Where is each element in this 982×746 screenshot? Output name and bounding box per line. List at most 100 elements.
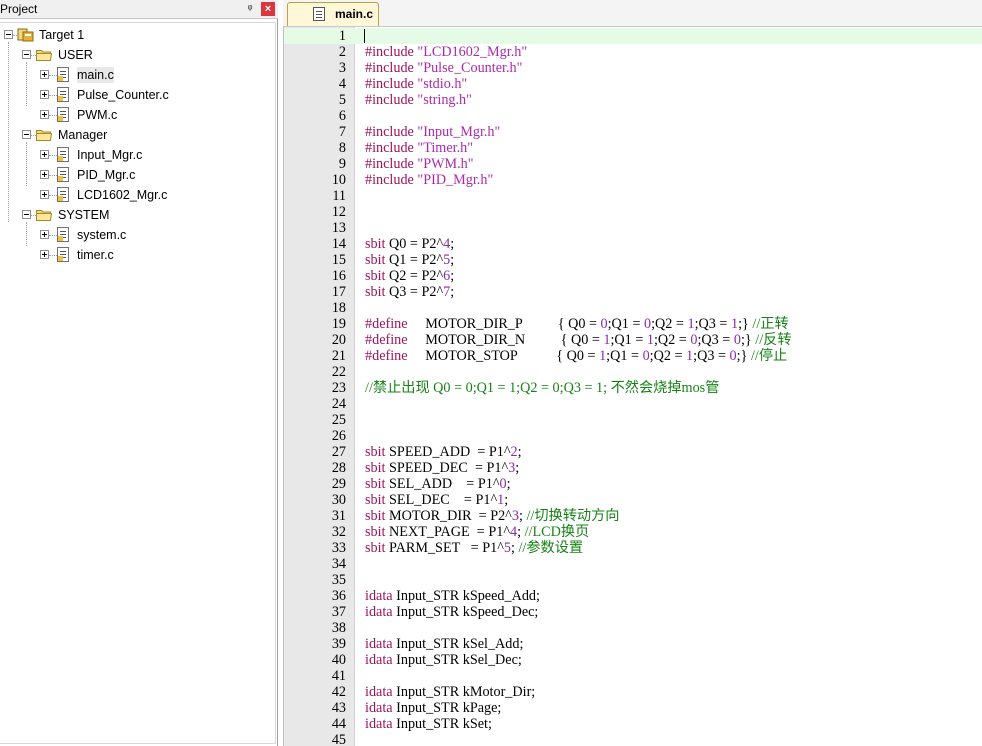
- code-token-plain: MOTOR_DIR_N { Q0 =: [425, 332, 604, 348]
- tree-item-group[interactable]: USER: [0, 45, 276, 65]
- code-token-plain: ;Q3 =: [694, 316, 731, 332]
- code-line: 32 sbit NEXT_PAGE = P1^4; //LCD换页: [284, 524, 982, 540]
- line-number: 33: [331, 540, 346, 556]
- code-line: 35: [284, 572, 982, 588]
- code-token-plain: ;: [450, 252, 455, 268]
- code-line: 38: [284, 620, 982, 636]
- tree-item-file[interactable]: Pulse_Counter.c: [0, 85, 276, 105]
- code-token-plain: ;: [504, 492, 509, 508]
- tree-item-file[interactable]: timer.c: [0, 245, 276, 265]
- tree-item-file[interactable]: PID_Mgr.c: [0, 165, 276, 185]
- collapse-minus-icon[interactable]: [4, 30, 13, 39]
- code-text: #include "string.h": [365, 92, 472, 108]
- code-token-num: 0: [499, 476, 507, 492]
- text-caret: [364, 29, 365, 43]
- code-token-kw: idata: [365, 700, 393, 716]
- code-token-plain: Input_STR kSel_Add;: [392, 636, 524, 652]
- pin-icon[interactable]: ᵠ: [244, 2, 256, 16]
- code-line: 11: [284, 188, 982, 204]
- code-token-num: 1: [646, 332, 654, 348]
- line-number: 44: [331, 716, 346, 732]
- tree-item-file[interactable]: main.c: [0, 65, 276, 85]
- collapse-minus-icon[interactable]: [22, 130, 31, 139]
- code-token-pp: #include: [365, 156, 418, 172]
- line-number: 21: [331, 348, 346, 364]
- expand-plus-icon[interactable]: [40, 70, 49, 79]
- collapse-minus-icon[interactable]: [22, 210, 31, 219]
- code-token-kw: sbit: [365, 492, 386, 508]
- expand-plus-icon[interactable]: [40, 230, 49, 239]
- expand-plus-icon[interactable]: [40, 170, 49, 179]
- line-number: 25: [331, 412, 346, 428]
- close-icon[interactable]: ×: [261, 2, 275, 16]
- code-line: 34: [284, 556, 982, 572]
- code-line: 43 idata Input_STR kPage;: [284, 700, 982, 716]
- tree-item-file[interactable]: PWM.c: [0, 105, 276, 125]
- code-token-pp: #include: [365, 44, 418, 60]
- code-token-kw: sbit: [365, 524, 386, 540]
- tree-item-label: Target 1: [39, 28, 85, 42]
- target-icon: [17, 27, 35, 42]
- line-number: 5: [338, 92, 346, 108]
- expand-plus-icon[interactable]: [40, 90, 49, 99]
- tree-item-group[interactable]: Manager: [0, 125, 276, 145]
- line-number: 11: [332, 188, 346, 204]
- code-text: sbit Q0 = P2^4;: [365, 236, 454, 252]
- code-token-plain: ;: [515, 460, 520, 476]
- code-token-str: "PID_Mgr.h": [417, 172, 494, 188]
- collapse-minus-icon[interactable]: [22, 50, 31, 59]
- code-line: 17 sbit Q3 = P2^7;: [284, 284, 982, 300]
- code-token-kw: sbit: [365, 508, 386, 524]
- code-token-num: 1: [687, 316, 695, 332]
- expand-plus-icon[interactable]: [40, 150, 49, 159]
- code-token-plain: Q1 = P2^: [385, 252, 444, 268]
- code-line: 30 sbit SEL_DEC = P1^1;: [284, 492, 982, 508]
- expand-plus-icon[interactable]: [40, 190, 49, 199]
- code-text: idata Input_STR kMotor_Dir;: [365, 684, 535, 700]
- code-line: 21 #define MOTOR_STOP { Q0 = 1;Q1 = 0;Q2 …: [284, 348, 982, 364]
- tree-connector: [49, 75, 57, 76]
- code-token-plain: ;Q2 =: [653, 332, 691, 348]
- code-text: #include "Input_Mgr.h": [365, 124, 500, 140]
- expand-plus-icon[interactable]: [40, 110, 49, 119]
- tree-connector: [49, 235, 57, 236]
- code-token-pp: #include: [365, 76, 418, 92]
- tree-item-file[interactable]: system.c: [0, 225, 276, 245]
- c-file-icon: [57, 247, 69, 262]
- tree-item-group[interactable]: SYSTEM: [0, 205, 276, 225]
- code-line: 40 idata Input_STR kSel_Dec;: [284, 652, 982, 668]
- tab-main-c[interactable]: main.c: [287, 2, 379, 26]
- code-token-plain: NEXT_PAGE = P1^: [385, 524, 510, 540]
- tree-item-file[interactable]: LCD1602_Mgr.c: [0, 185, 276, 205]
- code-token-plain: Input_STR kSet;: [392, 716, 492, 732]
- code-token-num: 0: [600, 316, 608, 332]
- code-token-num: 3: [511, 508, 519, 524]
- line-number: 32: [331, 524, 346, 540]
- code-token-kw: idata: [365, 636, 393, 652]
- tree-item-label: main.c: [77, 67, 114, 83]
- code-line: 29 sbit SEL_ADD = P1^0;: [284, 476, 982, 492]
- line-number: 13: [331, 220, 346, 236]
- code-line: 45: [284, 732, 982, 746]
- code-line: 8 #include "Timer.h": [284, 140, 982, 156]
- code-token-num: 0: [642, 348, 650, 364]
- line-number: 41: [331, 668, 346, 684]
- code-line: 4 #include "stdio.h": [284, 76, 982, 92]
- code-line: 5 #include "string.h": [284, 92, 982, 108]
- code-token-kw: sbit: [365, 444, 386, 460]
- code-text: sbit Q2 = P2^6;: [365, 268, 454, 284]
- code-line: 9 #include "PWM.h": [284, 156, 982, 172]
- code-line: 25: [284, 412, 982, 428]
- code-editor[interactable]: 1 2 #include "LCD1602_Mgr.h" 3 #include "Pul…: [283, 27, 982, 746]
- code-text: sbit SEL_DEC = P1^1;: [365, 492, 508, 508]
- line-number: 19: [331, 316, 346, 332]
- code-token-plain: Q3 = P2^: [385, 284, 444, 300]
- code-line: 33 sbit PARM_SET = P1^5; //参数设置: [284, 540, 982, 556]
- tree-item-target[interactable]: Target 1: [0, 25, 276, 45]
- line-number: 16: [331, 268, 346, 284]
- expand-plus-icon[interactable]: [40, 250, 49, 259]
- line-number: 15: [331, 252, 346, 268]
- code-text: //禁止出现 Q0 = 0;Q1 = 1;Q2 = 0;Q3 = 1; 不然会烧…: [365, 380, 719, 396]
- tree-item-file[interactable]: Input_Mgr.c: [0, 145, 276, 165]
- line-number: 39: [331, 636, 346, 652]
